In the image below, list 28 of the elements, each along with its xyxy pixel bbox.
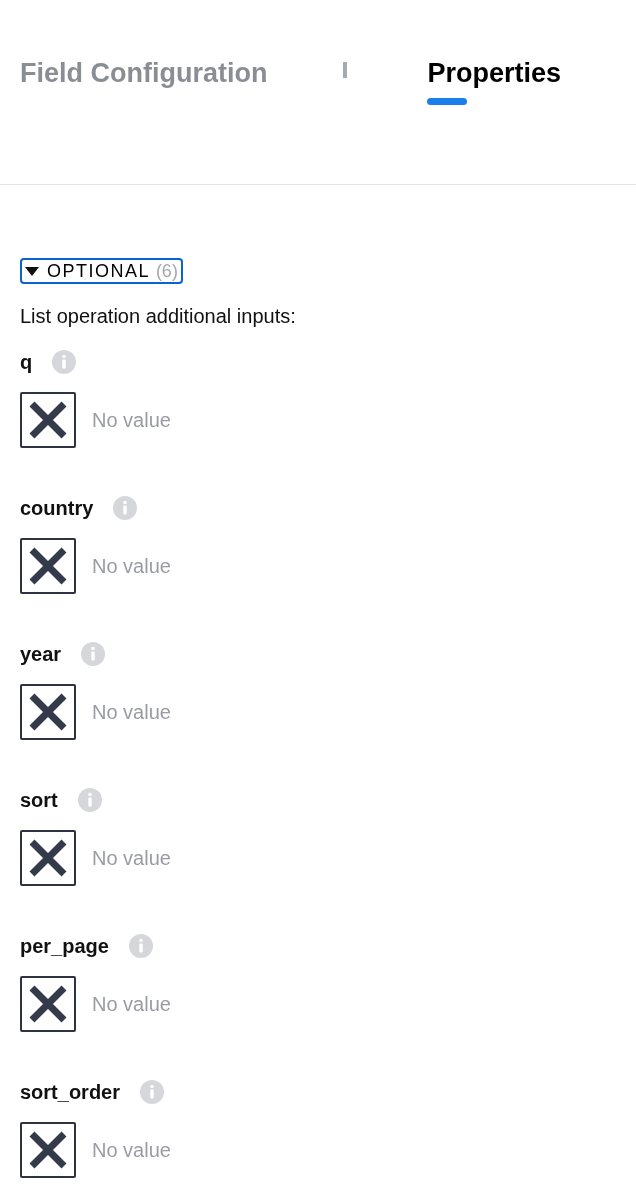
clear-checkbox[interactable] <box>20 1122 76 1178</box>
field-label: country <box>20 496 94 521</box>
field-value: No value <box>92 700 171 725</box>
field-value: No value <box>92 846 171 871</box>
field-label: sort <box>20 788 58 813</box>
x-icon <box>28 838 68 878</box>
field-value: No value <box>92 992 171 1017</box>
section-description: List operation additional inputs: <box>20 304 297 329</box>
x-icon <box>28 400 68 440</box>
section-toggle[interactable]: OPTIONAL (6) <box>20 258 183 284</box>
clear-checkbox[interactable] <box>20 830 76 886</box>
field-label: per_page <box>20 934 109 959</box>
field-label: year <box>20 642 62 667</box>
field-value: No value <box>92 408 171 433</box>
field-value: No value <box>92 554 171 579</box>
clear-checkbox[interactable] <box>20 392 76 448</box>
x-icon <box>28 984 68 1024</box>
clear-checkbox[interactable] <box>20 684 76 740</box>
tab[interactable]: Properties <box>427 56 562 105</box>
field-label: q <box>20 350 33 375</box>
clear-checkbox[interactable] <box>20 538 76 594</box>
x-icon <box>28 1130 68 1170</box>
caret-icon <box>25 266 39 276</box>
field-label: sort_order <box>20 1080 121 1105</box>
x-icon <box>28 546 68 586</box>
x-icon <box>28 692 68 732</box>
field-value: No value <box>92 1138 171 1163</box>
clear-checkbox[interactable] <box>20 976 76 1032</box>
